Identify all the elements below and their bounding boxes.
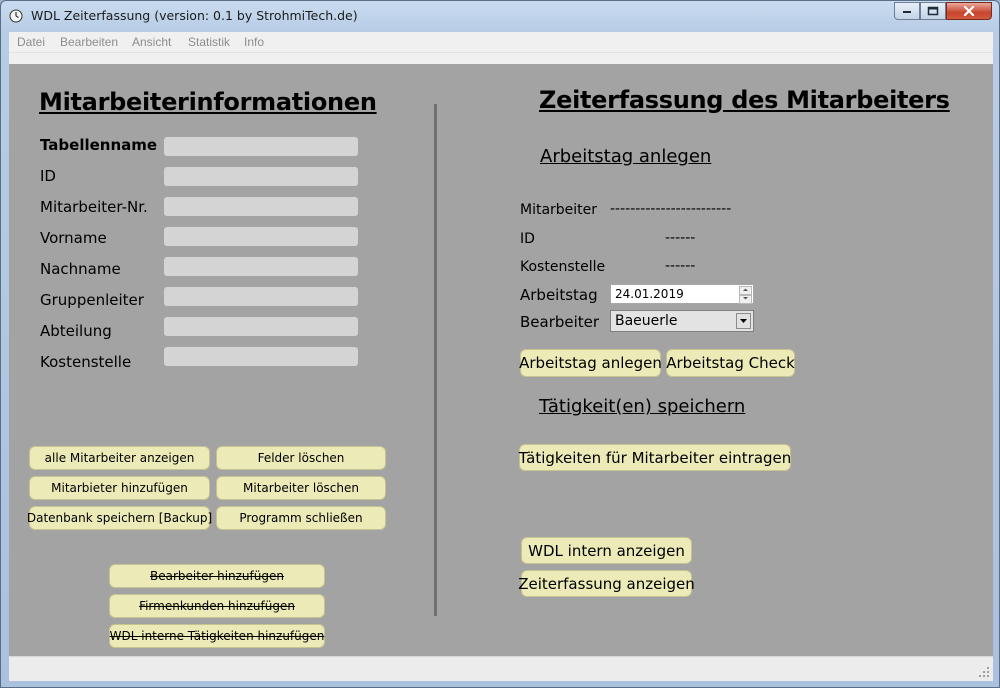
label-mitarbeiter: Mitarbeiter: [520, 202, 598, 218]
label-mitarbeiter-nr: Mitarbeiter-Nr.: [40, 198, 148, 216]
label-nachname: Nachname: [40, 260, 121, 278]
field-kostenstelle[interactable]: [164, 347, 358, 366]
spin-up-icon[interactable]: [739, 286, 752, 295]
maximize-button[interactable]: [920, 2, 946, 20]
menu-ansicht[interactable]: Ansicht: [132, 35, 171, 49]
title-bar[interactable]: WDL Zeiterfassung (version: 0.1 by Stroh…: [1, 1, 999, 31]
field-nachname[interactable]: [164, 257, 358, 276]
add-internal-tasks-button[interactable]: WDL interne Tätigkeiten hinzufügen: [109, 624, 325, 648]
time-tracking-heading: Zeiterfassung des Mitarbeiters: [539, 86, 950, 114]
show-time-tracking-button[interactable]: Zeiterfassung anzeigen: [518, 570, 695, 597]
bearbeiter-value: Baeuerle: [615, 313, 678, 329]
app-window: WDL Zeiterfassung (version: 0.1 by Stroh…: [0, 0, 1000, 688]
add-editor-button[interactable]: Bearbeiter hinzufügen: [109, 564, 325, 588]
label-vorname: Vorname: [40, 229, 107, 247]
label-kostenstelle-right: Kostenstelle: [520, 259, 606, 275]
label-arbeitstag: Arbeitstag: [520, 286, 598, 304]
window-title: WDL Zeiterfassung (version: 0.1 by Stroh…: [31, 8, 358, 23]
create-workday-button[interactable]: Arbeitstag anlegen: [519, 349, 662, 377]
add-customers-button[interactable]: Firmenkunden hinzufügen: [109, 594, 325, 618]
create-workday-heading: Arbeitstag anlegen: [540, 146, 712, 167]
menu-bar: Datei Bearbeiten Ansicht Statistik Info: [9, 32, 993, 52]
close-icon: [963, 6, 975, 16]
label-gruppenleiter: Gruppenleiter: [40, 291, 144, 309]
minimize-icon: [903, 11, 911, 13]
status-bar: [9, 656, 993, 681]
panel-divider: [434, 104, 437, 616]
show-internal-button[interactable]: WDL intern anzeigen: [521, 537, 692, 564]
label-tabellenname: Tabellenname: [40, 136, 158, 154]
check-workday-button[interactable]: Arbeitstag Check: [666, 349, 795, 377]
date-spinner[interactable]: [739, 286, 752, 304]
field-abteilung[interactable]: [164, 317, 358, 336]
label-id: ID: [40, 167, 56, 185]
arbeitstag-date-picker[interactable]: 24.01.2019: [610, 284, 754, 304]
clock-icon: [9, 8, 23, 23]
value-mitarbeiter: ------------------------: [610, 201, 732, 217]
add-employee-button[interactable]: Mitarbieter hinzufügen: [29, 476, 210, 500]
main-panel: Mitarbeiterinformationen Tabellenname ID…: [9, 64, 993, 656]
save-activities-heading: Tätigkeit(en) speichern: [539, 396, 746, 417]
label-abteilung: Abteilung: [40, 322, 112, 340]
spin-down-icon[interactable]: [739, 295, 752, 304]
close-program-button[interactable]: Programm schließen: [216, 506, 386, 530]
field-mitarbeiter-nr[interactable]: [164, 197, 358, 216]
label-bearbeiter: Bearbeiter: [520, 313, 600, 331]
delete-employee-button[interactable]: Mitarbeiter löschen: [216, 476, 386, 500]
resize-grip-icon[interactable]: [978, 666, 990, 678]
close-window-button[interactable]: [946, 2, 992, 20]
value-id: ------: [665, 230, 696, 246]
minimize-button[interactable]: [894, 2, 920, 20]
field-vorname[interactable]: [164, 227, 358, 246]
bearbeiter-select[interactable]: Baeuerle: [610, 310, 754, 332]
save-database-button[interactable]: Datenbank speichern [Backup]: [27, 506, 212, 530]
maximize-icon: [927, 6, 939, 16]
chevron-down-icon[interactable]: [736, 313, 751, 329]
clear-fields-button[interactable]: Felder löschen: [216, 446, 386, 470]
field-tabellenname[interactable]: [164, 137, 358, 156]
arbeitstag-date-value: 24.01.2019: [615, 287, 684, 301]
field-gruppenleiter[interactable]: [164, 287, 358, 306]
menu-bearbeiten[interactable]: Bearbeiten: [60, 35, 118, 49]
label-kostenstelle: Kostenstelle: [40, 353, 132, 371]
show-all-employees-button[interactable]: alle Mitarbeiter anzeigen: [29, 446, 210, 470]
label-id-right: ID: [520, 231, 535, 247]
enter-activities-button[interactable]: Tätigkeiten für Mitarbeiter eintragen: [519, 444, 791, 471]
menu-statistik[interactable]: Statistik: [188, 35, 230, 49]
menu-info[interactable]: Info: [244, 35, 264, 49]
menu-datei[interactable]: Datei: [17, 35, 45, 49]
field-id[interactable]: [164, 167, 358, 186]
value-kostenstelle: ------: [665, 258, 696, 274]
employee-info-heading: Mitarbeiterinformationen: [39, 88, 377, 116]
